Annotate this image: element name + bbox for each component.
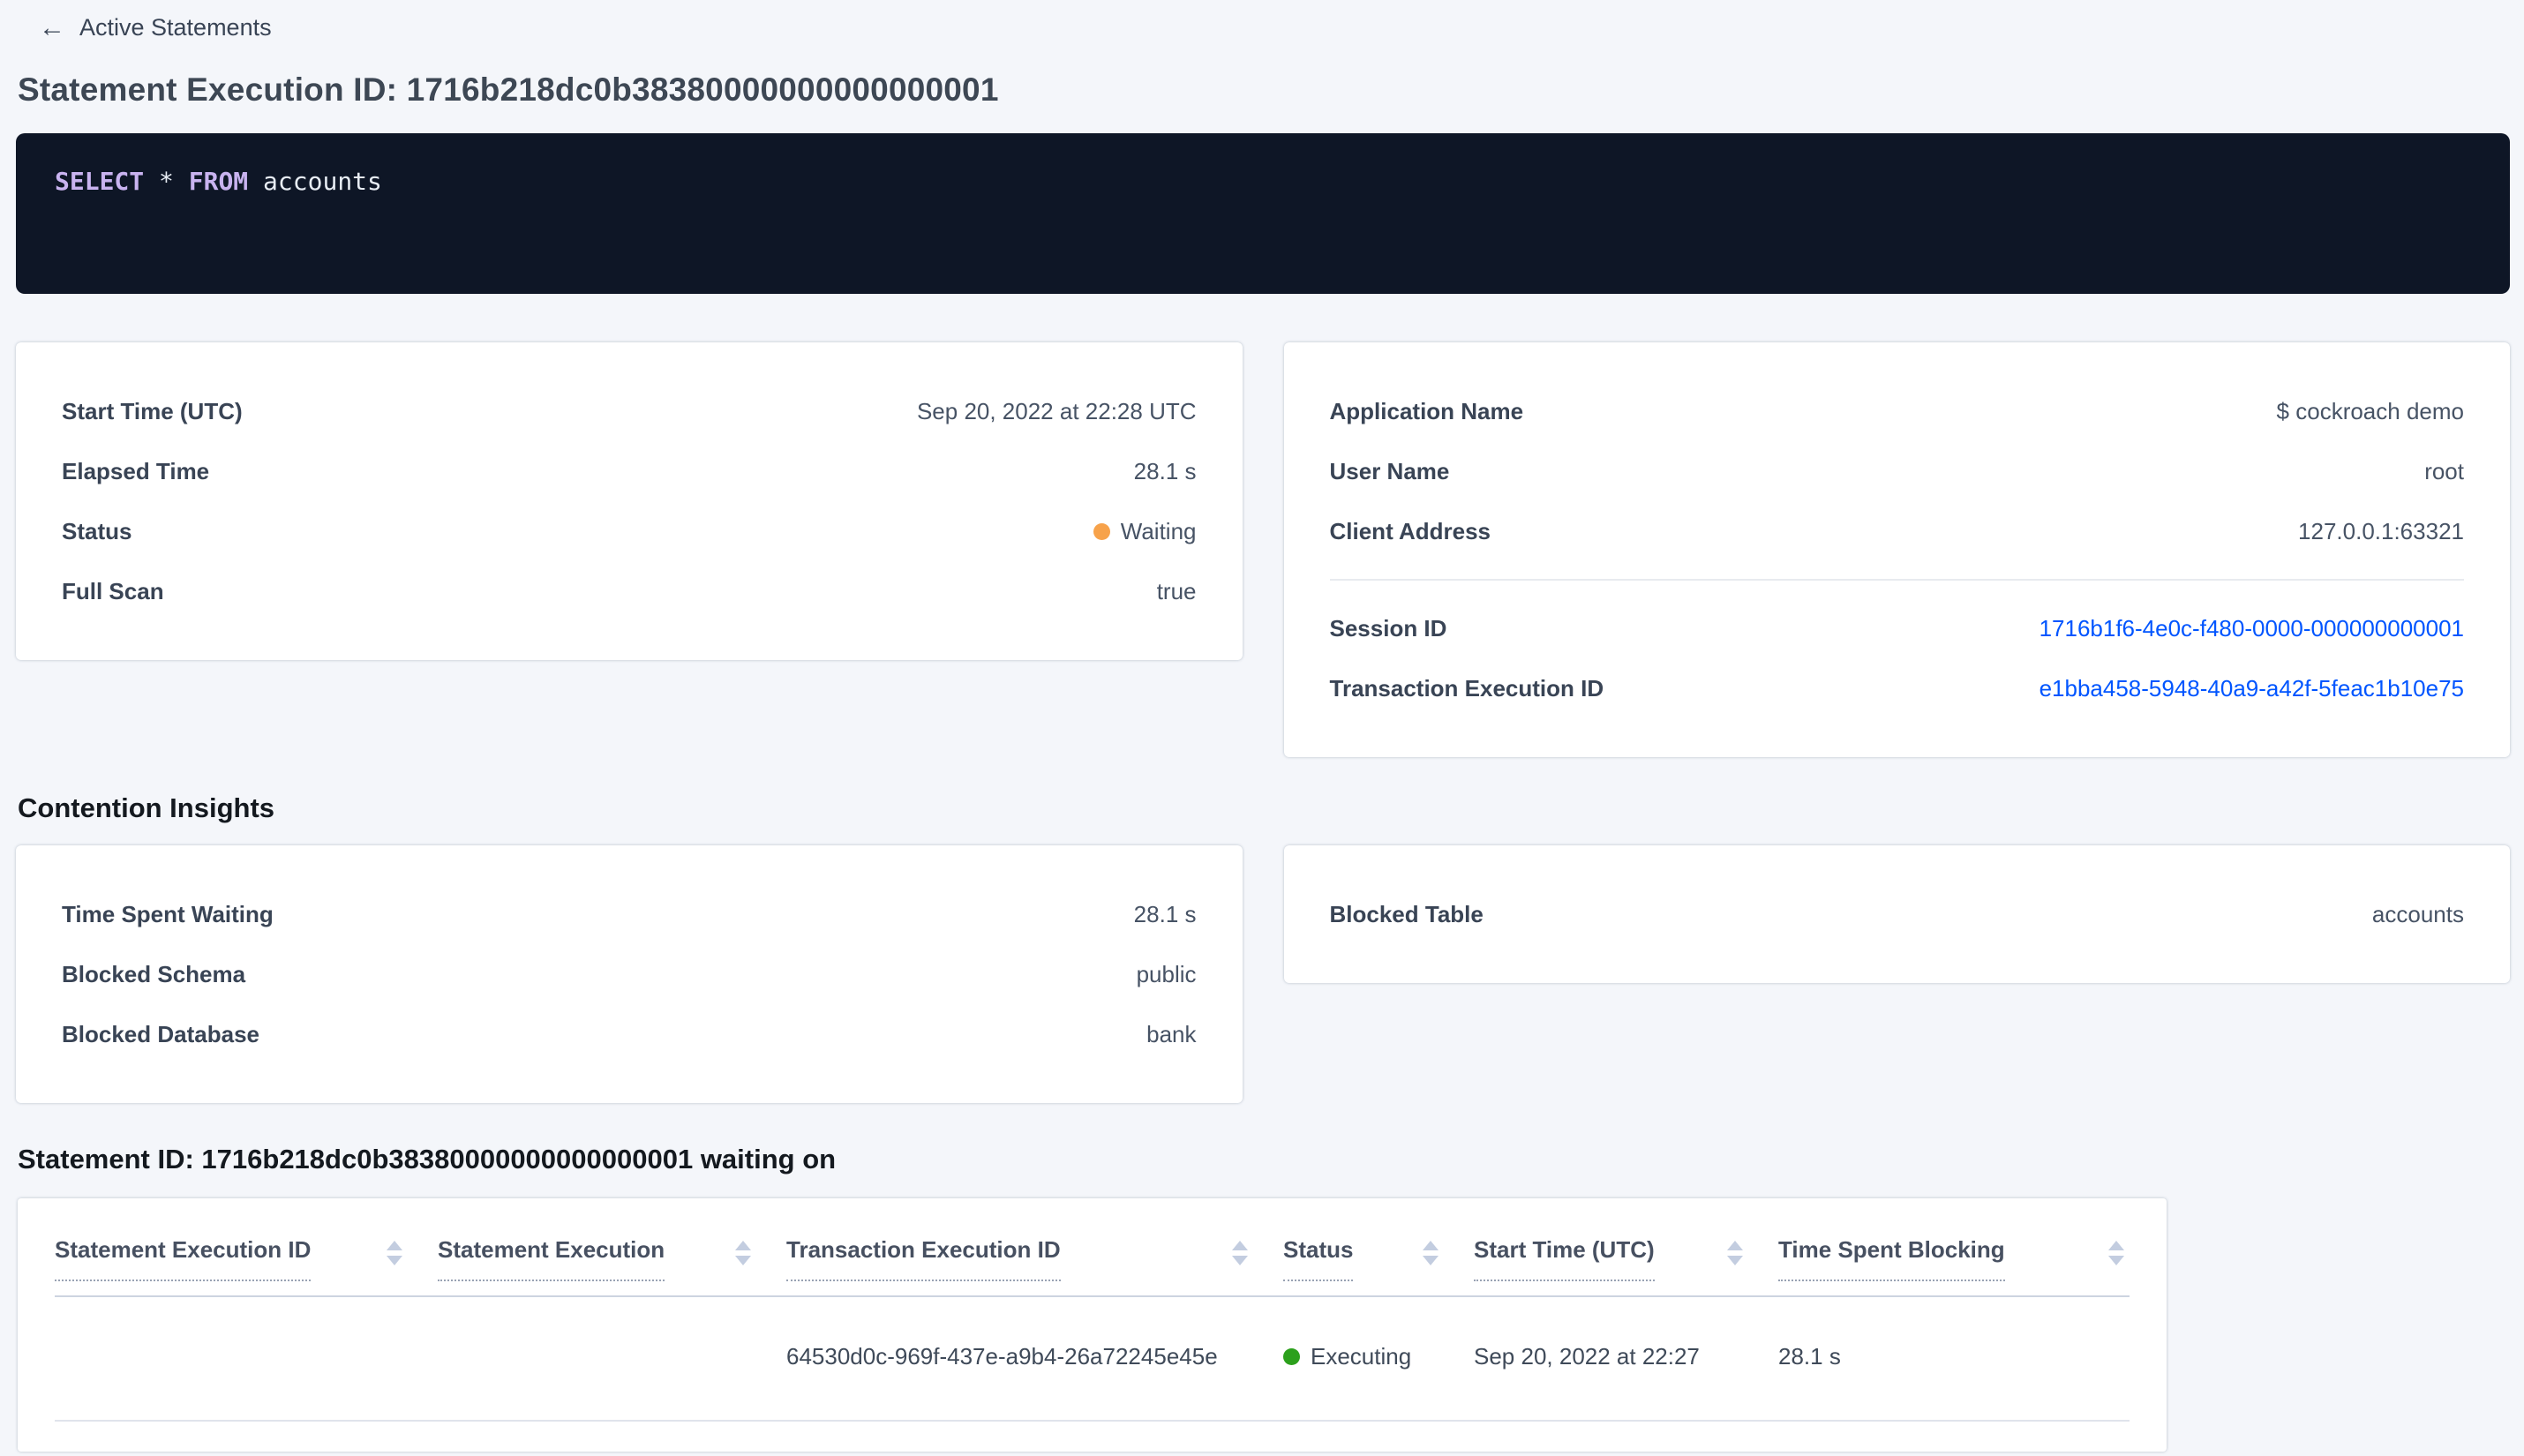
column-label: Statement Execution <box>438 1235 665 1281</box>
card-divider <box>1329 579 2464 581</box>
session-overview-card: Application Name $ cockroach demo User N… <box>1283 342 2510 757</box>
column-label: Time Spent Blocking <box>1778 1235 2005 1281</box>
time-spent-waiting-value: 28.1 s <box>1133 900 1197 927</box>
application-name-row: Application Name $ cockroach demo <box>1330 381 2465 441</box>
blocked-table-row: Blocked Table accounts <box>1330 884 2465 944</box>
elapsed-time-value: 28.1 s <box>1133 457 1197 484</box>
sort-icon[interactable] <box>1727 1241 1743 1265</box>
column-header-statement-execution[interactable]: Statement Execution <box>438 1235 786 1281</box>
status-executing-text: Executing <box>1311 1342 1412 1370</box>
column-header-start-time[interactable]: Start Time (UTC) <box>1474 1235 1778 1281</box>
status-executing-dot-icon <box>1283 1347 1300 1365</box>
waiting-on-heading: Statement ID: 1716b218dc0b38380000000000… <box>18 1144 837 1175</box>
start-time-label: Start Time (UTC) <box>62 397 243 424</box>
contention-waiting-card: Time Spent Waiting 28.1 s Blocked Schema… <box>16 845 1243 1103</box>
cell-start-time: Sep 20, 2022 at 22:27 <box>1474 1342 1700 1370</box>
column-header-statement-execution-id[interactable]: Statement Execution ID <box>55 1235 438 1281</box>
time-spent-waiting-row: Time Spent Waiting 28.1 s <box>62 884 1197 944</box>
transaction-execution-id-label: Transaction Execution ID <box>1329 674 1604 702</box>
full-scan-row: Full Scan true <box>62 561 1197 621</box>
column-label: Status <box>1283 1235 1354 1281</box>
user-name-label: User Name <box>1329 457 1450 484</box>
blocked-schema-label: Blocked Schema <box>62 960 246 987</box>
session-id-link[interactable]: 1716b1f6-4e0c-f480-0000-000000000001 <box>2039 615 2464 642</box>
user-name-value: root <box>2424 457 2464 484</box>
statement-execution-details-page: ← Active Statements Statement Execution … <box>0 0 2524 1452</box>
blocked-table-card: Blocked Table accounts <box>1283 845 2510 983</box>
client-address-value: 127.0.0.1:63321 <box>2298 517 2464 544</box>
blocked-table-label: Blocked Table <box>1329 900 1484 927</box>
column-header-transaction-execution-id[interactable]: Transaction Execution ID <box>786 1235 1283 1281</box>
sort-icon[interactable] <box>387 1241 402 1265</box>
column-label: Start Time (UTC) <box>1474 1235 1655 1281</box>
cell-transaction-execution-id: 64530d0c-969f-437e-a9b4-26a72245e45e <box>786 1342 1218 1370</box>
status-waiting-text: Waiting <box>1120 517 1197 544</box>
status-waiting-dot-icon <box>1093 522 1110 540</box>
sql-star: * <box>144 167 189 196</box>
elapsed-time-row: Elapsed Time 28.1 s <box>62 441 1197 501</box>
sort-icon[interactable] <box>1232 1241 1248 1265</box>
blocked-schema-value: public <box>1136 960 1197 987</box>
column-header-status[interactable]: Status <box>1283 1235 1474 1281</box>
cell-status: Executing <box>1283 1343 1474 1370</box>
blocked-database-row: Blocked Database bank <box>62 1004 1197 1064</box>
blocked-database-value: bank <box>1146 1020 1197 1047</box>
blocked-schema-row: Blocked Schema public <box>62 944 1197 1004</box>
sql-table-name: accounts <box>248 167 382 196</box>
time-spent-waiting-label: Time Spent Waiting <box>62 900 274 927</box>
back-link-label: Active Statements <box>79 14 272 41</box>
sql-keyword-from: FROM <box>188 167 249 196</box>
page-title: Statement Execution ID: 1716b218dc0b3838… <box>18 71 999 108</box>
start-time-value: Sep 20, 2022 at 22:28 UTC <box>916 397 1197 424</box>
application-name-value: $ cockroach demo <box>2276 397 2464 424</box>
user-name-row: User Name root <box>1330 441 2465 501</box>
back-link[interactable]: ← Active Statements <box>39 14 272 41</box>
blocked-database-label: Blocked Database <box>62 1020 259 1047</box>
application-name-label: Application Name <box>1329 397 1524 424</box>
table-row: 64530d0c-969f-437e-a9b4-26a72245e45e Exe… <box>55 1297 2130 1422</box>
column-label: Statement Execution ID <box>55 1235 312 1281</box>
contention-insights-heading: Contention Insights <box>18 792 275 823</box>
sql-keyword-select: SELECT <box>55 167 145 196</box>
back-arrow-icon: ← <box>39 12 65 42</box>
sort-icon[interactable] <box>735 1241 751 1265</box>
start-time-row: Start Time (UTC) Sep 20, 2022 at 22:28 U… <box>62 381 1197 441</box>
client-address-row: Client Address 127.0.0.1:63321 <box>1330 501 2465 561</box>
full-scan-label: Full Scan <box>62 577 164 604</box>
transaction-execution-id-link[interactable]: e1bba458-5948-40a9-a42f-5feac1b10e75 <box>2039 675 2464 702</box>
transaction-execution-id-row: Transaction Execution ID e1bba458-5948-4… <box>1330 658 2465 718</box>
statement-overview-card: Start Time (UTC) Sep 20, 2022 at 22:28 U… <box>16 342 1243 660</box>
client-address-label: Client Address <box>1329 517 1491 544</box>
session-id-label: Session ID <box>1329 614 1447 642</box>
waiting-on-table: Statement Execution ID Statement Executi… <box>18 1198 2167 1452</box>
blocked-table-value: accounts <box>2371 900 2464 927</box>
table-header-row: Statement Execution ID Statement Executi… <box>55 1235 2130 1297</box>
status-value: Waiting <box>1093 518 1197 545</box>
cell-time-spent-blocking: 28.1 s <box>1778 1342 1841 1370</box>
session-id-row: Session ID 1716b1f6-4e0c-f480-0000-00000… <box>1330 598 2465 658</box>
elapsed-time-label: Elapsed Time <box>62 457 210 484</box>
sql-statement-box: SELECT * FROM accounts <box>16 133 2510 294</box>
overview-cards-row: Start Time (UTC) Sep 20, 2022 at 22:28 U… <box>16 342 2510 757</box>
column-label: Transaction Execution ID <box>786 1235 1061 1281</box>
status-row: Status Waiting <box>62 501 1197 561</box>
sort-icon[interactable] <box>2108 1241 2124 1265</box>
column-header-time-spent-blocking[interactable]: Time Spent Blocking <box>1778 1235 2130 1281</box>
sort-icon[interactable] <box>1423 1241 1439 1265</box>
status-label: Status <box>62 517 132 544</box>
full-scan-value: true <box>1156 577 1197 604</box>
contention-cards-row: Time Spent Waiting 28.1 s Blocked Schema… <box>16 845 2510 1103</box>
